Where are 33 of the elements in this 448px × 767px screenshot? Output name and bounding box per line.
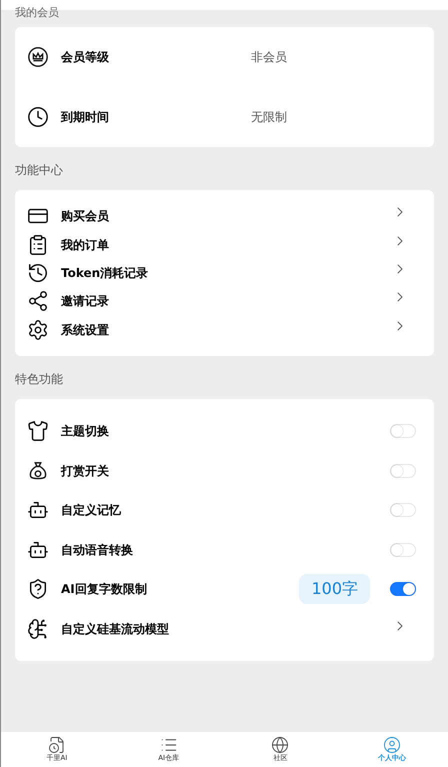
feature-label: 自定义记忆 (61, 502, 122, 520)
feature-label: 自动语音转换 (61, 542, 134, 559)
brain-icon (27, 618, 49, 640)
share-icon (27, 290, 49, 312)
section-title: 我的会员 (15, 7, 60, 19)
feature-label: 主题切换 (61, 423, 110, 440)
limit-badge[interactable]: 100字 (299, 574, 370, 604)
menu-item[interactable]: 邀请记录 (27, 287, 422, 316)
menu-item[interactable]: Token消耗记录 (27, 258, 422, 288)
section-title: 功能中心 (15, 162, 64, 179)
menu-item[interactable]: 我的订单 (27, 230, 422, 259)
user-icon (383, 736, 402, 754)
money-bag-icon (27, 460, 49, 482)
menu-item[interactable]: 购买会员 (27, 202, 422, 230)
toggle-switch[interactable] (390, 582, 416, 596)
row-value: 无限制 (251, 109, 287, 126)
feature-label: AI回复字数限制 (61, 581, 148, 598)
section-title: 特色功能 (15, 371, 64, 388)
clipboard-icon (27, 234, 49, 256)
row-label: 到期时间 (61, 109, 110, 126)
globe-icon (271, 736, 290, 754)
history-icon (27, 262, 49, 284)
document-clock-icon (48, 736, 66, 754)
feature-label: 打赏开关 (61, 462, 110, 480)
feature-label: 自定义硅基流动模型 (61, 620, 170, 638)
menu-item[interactable]: 系统设置 (27, 316, 422, 344)
settings-icon (27, 318, 49, 341)
row-label: 会员等级 (61, 49, 110, 66)
clock-icon (27, 106, 49, 128)
shield-icon (27, 578, 49, 600)
row-value: 非会员 (251, 49, 287, 66)
crown-icon (27, 46, 49, 68)
shirt-icon (27, 420, 49, 442)
